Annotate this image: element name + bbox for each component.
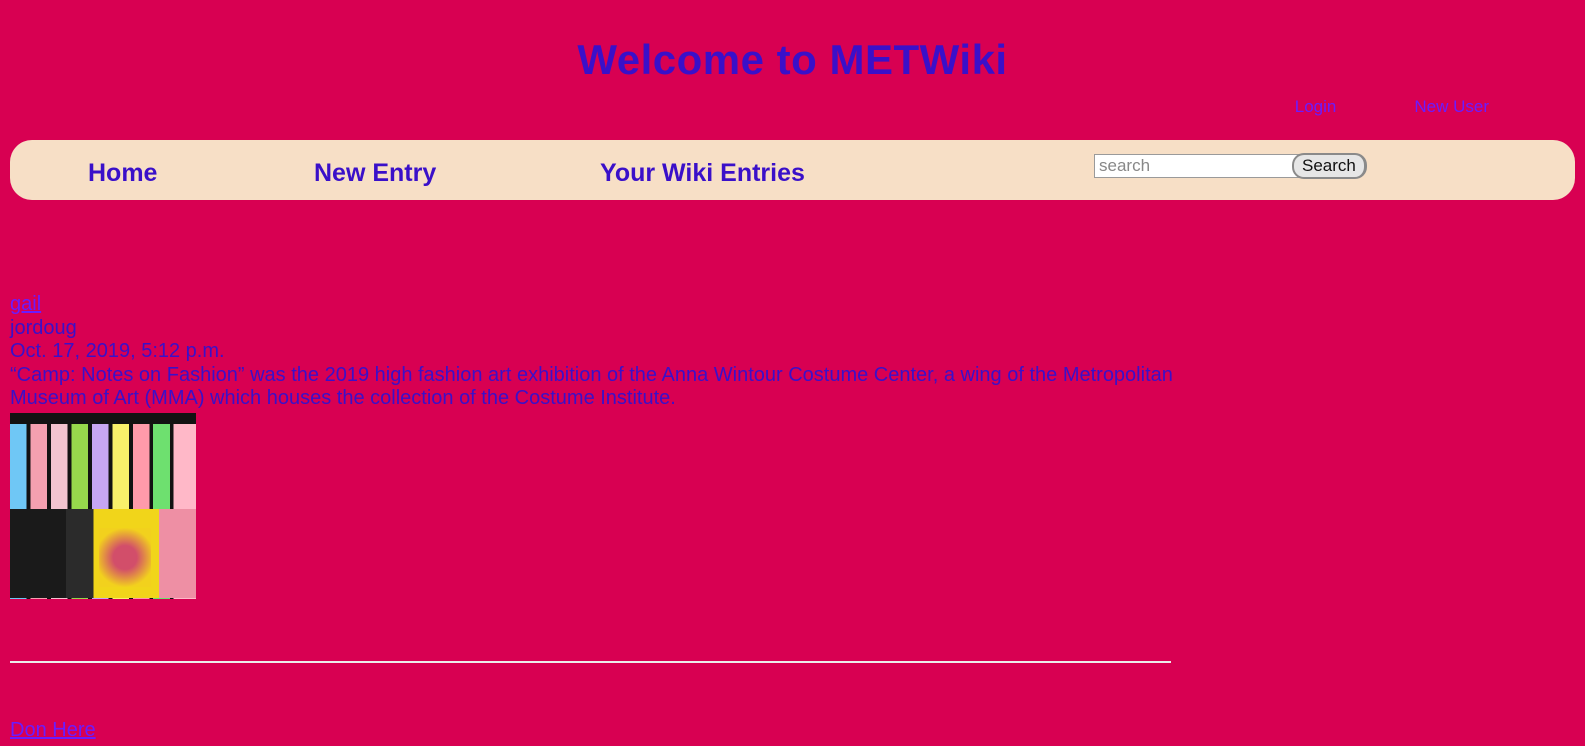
nav-home[interactable]: Home: [88, 159, 157, 188]
login-link[interactable]: Login: [1295, 97, 1337, 117]
nav-new-entry[interactable]: New Entry: [314, 159, 436, 188]
auth-links: Login New User: [1295, 97, 1489, 117]
entry-date: Oct. 17, 2019, 5:12 p.m.: [10, 340, 225, 362]
search-button[interactable]: Search: [1292, 153, 1367, 179]
search-input[interactable]: [1094, 154, 1304, 178]
entry-title-link[interactable]: gail: [10, 293, 1175, 317]
wiki-entry: gail jordoug Oct. 17, 2019, 5:12 p.m. “C…: [10, 293, 1175, 599]
nav-your-wiki-entries[interactable]: Your Wiki Entries: [600, 159, 805, 188]
entry-author: jordoug: [10, 316, 77, 339]
search-form: Search: [1094, 153, 1367, 179]
entry-divider: [10, 661, 1171, 663]
image-glow-cube: [99, 527, 152, 588]
next-entry-link[interactable]: Don Here: [10, 719, 96, 742]
entry-description: “Camp: Notes on Fashion” was the 2019 hi…: [10, 363, 1173, 410]
main-nav: Home New Entry Your Wiki Entries Search: [10, 140, 1575, 200]
page-title: Welcome to METWiki: [577, 36, 1008, 83]
entry-image: [10, 412, 196, 599]
new-user-link[interactable]: New User: [1414, 97, 1489, 117]
